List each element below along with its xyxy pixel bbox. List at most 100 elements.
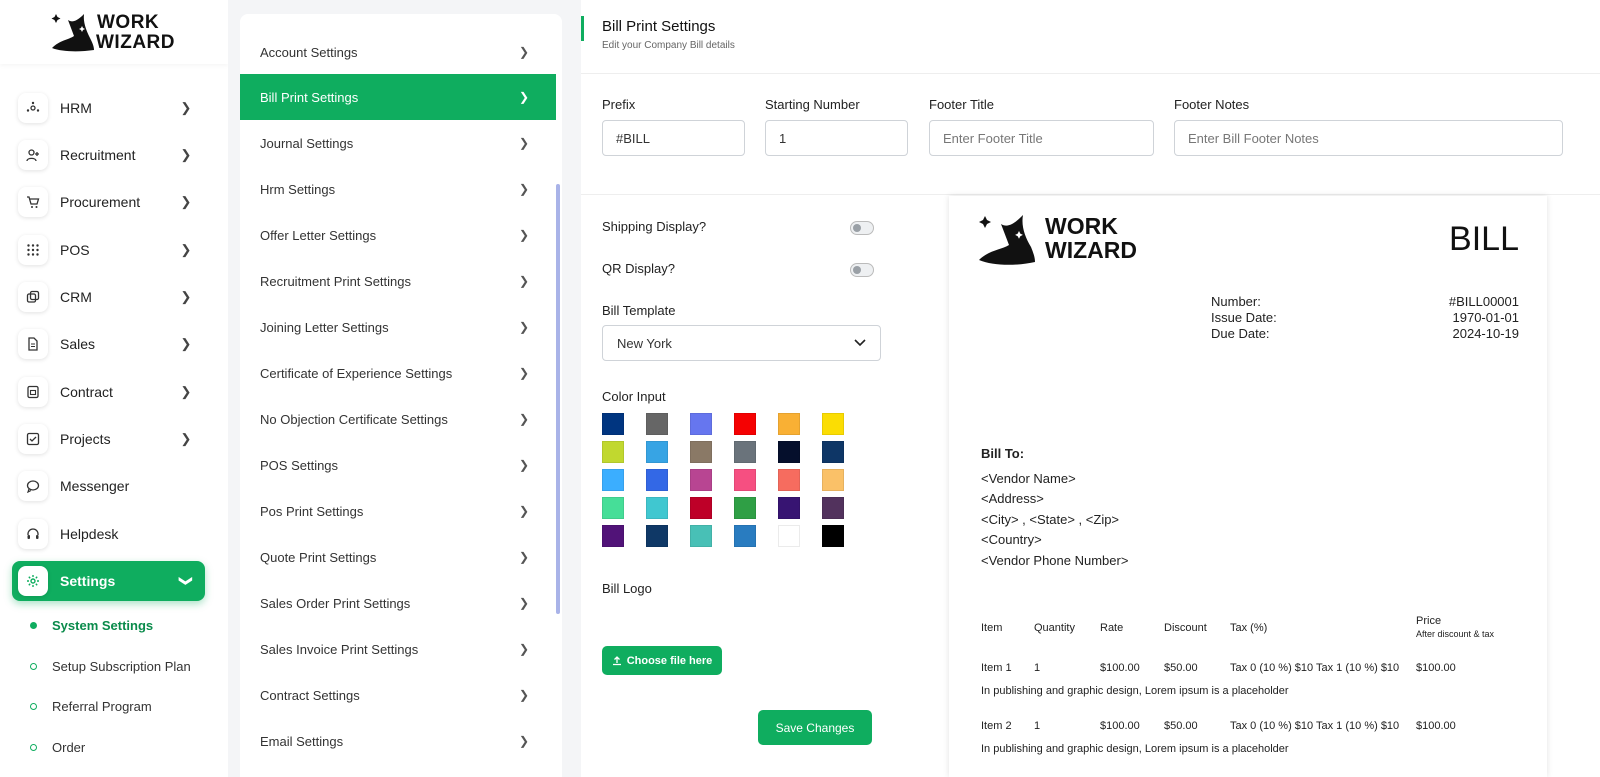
settings-menu-item[interactable]: POS Settings ❯ <box>240 442 556 488</box>
nav-item-messenger[interactable]: Messenger <box>12 466 205 506</box>
sub-item-system-settings[interactable]: System Settings <box>30 618 153 633</box>
color-swatch[interactable] <box>690 497 712 519</box>
color-swatch[interactable] <box>602 525 624 547</box>
bill-template-select[interactable]: New York <box>602 325 881 361</box>
nav-label: Messenger <box>60 478 130 494</box>
color-swatch[interactable] <box>646 497 668 519</box>
nav-item-hrm[interactable]: HRM ❯ <box>12 88 205 128</box>
color-swatch[interactable] <box>602 497 624 519</box>
color-swatch[interactable] <box>778 469 800 491</box>
color-swatch[interactable] <box>734 413 756 435</box>
vendor-name: <Vendor Name> <box>981 471 1076 486</box>
color-swatch[interactable] <box>778 525 800 547</box>
nav-item-recruitment[interactable]: Recruitment ❯ <box>12 135 205 175</box>
chevron-right-icon: ❯ <box>518 458 530 472</box>
color-swatch[interactable] <box>690 525 712 547</box>
sub-item-order[interactable]: Order <box>30 740 85 755</box>
color-swatch[interactable] <box>646 413 668 435</box>
footer-notes-input[interactable] <box>1174 120 1563 156</box>
menu-item-label: Account Settings <box>260 44 358 60</box>
chevron-right-icon: ❯ <box>180 289 192 304</box>
settings-menu-item[interactable]: Joining Letter Settings ❯ <box>240 304 556 350</box>
nav-item-pos[interactable]: POS ❯ <box>12 230 205 270</box>
nav-item-procurement[interactable]: Procurement ❯ <box>12 182 205 222</box>
settings-menu-item[interactable]: Offer Letter Settings ❯ <box>240 212 556 258</box>
document-icon <box>18 329 48 359</box>
color-swatch[interactable] <box>734 441 756 463</box>
color-swatch[interactable] <box>822 525 844 547</box>
sub-item-referral-program[interactable]: Referral Program <box>30 699 152 714</box>
color-swatch[interactable] <box>822 413 844 435</box>
bill-to-heading: Bill To: <box>981 446 1025 461</box>
color-swatch[interactable] <box>822 469 844 491</box>
settings-menu-item[interactable]: Recruitment Print Settings ❯ <box>240 258 556 304</box>
color-swatch[interactable] <box>734 469 756 491</box>
qr-display-toggle[interactable] <box>850 263 874 277</box>
vendor-country: <Country> <box>981 532 1042 547</box>
footer-title-input[interactable] <box>929 120 1154 156</box>
bill-template-value: New York <box>617 335 672 351</box>
settings-menu-item[interactable]: Pos Print Settings ❯ <box>240 488 556 534</box>
color-swatch[interactable] <box>602 441 624 463</box>
color-swatch[interactable] <box>602 413 624 435</box>
row-tax: Tax 0 (10 %) $10 Tax 1 (10 %) $10 <box>1230 720 1400 732</box>
prefix-input[interactable] <box>602 120 745 156</box>
choose-file-button[interactable]: Choose file here <box>602 646 722 675</box>
color-swatch[interactable] <box>646 441 668 463</box>
sidebar: WORK WIZARD HRM ❯ Recruitment ❯ Procurem… <box>0 0 228 777</box>
row-discount: $50.00 <box>1164 662 1198 674</box>
settings-menu-item[interactable]: Quote Print Settings ❯ <box>240 534 556 580</box>
color-swatch[interactable] <box>690 469 712 491</box>
save-changes-button[interactable]: Save Changes <box>758 710 872 745</box>
color-swatch[interactable] <box>778 441 800 463</box>
bill-heading: BILL <box>1449 220 1519 258</box>
color-swatch[interactable] <box>778 497 800 519</box>
color-swatch[interactable] <box>690 413 712 435</box>
chevron-right-icon: ❯ <box>180 147 192 162</box>
settings-menu-item[interactable]: Journal Settings ❯ <box>240 120 556 166</box>
bill-preview: WORK WIZARD BILL Number: Issue Date: Due… <box>949 196 1547 777</box>
brand-line2: WIZARD <box>96 32 175 53</box>
row-tax: Tax 0 (10 %) $10 Tax 1 (10 %) $10 <box>1230 662 1400 674</box>
color-swatch[interactable] <box>734 497 756 519</box>
chevron-right-icon: ❯ <box>518 320 530 334</box>
settings-menu-item[interactable]: Sales Order Print Settings ❯ <box>240 580 556 626</box>
settings-menu-item[interactable]: Hrm Settings ❯ <box>240 166 556 212</box>
color-swatch[interactable] <box>822 497 844 519</box>
settings-menu-item[interactable]: No Objection Certificate Settings ❯ <box>240 396 556 442</box>
row-discount: $50.00 <box>1164 720 1198 732</box>
scrollbar[interactable] <box>556 184 560 614</box>
chevron-right-icon: ❯ <box>518 504 530 518</box>
shipping-display-toggle[interactable] <box>850 221 874 235</box>
chevron-right-icon: ❯ <box>518 45 530 59</box>
color-swatch[interactable] <box>822 441 844 463</box>
settings-menu-item[interactable]: Sales Invoice Print Settings ❯ <box>240 626 556 672</box>
menu-item-label: Pos Print Settings <box>260 503 364 519</box>
settings-menu-item[interactable]: Certificate of Experience Settings ❯ <box>240 350 556 396</box>
settings-menu-item[interactable]: Contract Settings ❯ <box>240 672 556 718</box>
color-swatch[interactable] <box>778 413 800 435</box>
nav-item-settings[interactable]: Settings ❯ <box>12 561 205 601</box>
menu-item-label: Sales Invoice Print Settings <box>260 641 419 657</box>
color-swatch[interactable] <box>690 441 712 463</box>
color-swatch[interactable] <box>646 525 668 547</box>
nav-item-crm[interactable]: CRM ❯ <box>12 277 205 317</box>
nav-item-sales[interactable]: Sales ❯ <box>12 324 205 364</box>
settings-menu-item-active[interactable]: Bill Print Settings ❯ <box>240 74 556 120</box>
settings-menu-item[interactable]: Account Settings ❯ <box>240 29 556 75</box>
header-accent <box>581 16 584 41</box>
color-swatch[interactable] <box>646 469 668 491</box>
nav-item-helpdesk[interactable]: Helpdesk <box>12 514 205 554</box>
color-swatch[interactable] <box>602 469 624 491</box>
chevron-down-icon: ❯ <box>179 575 194 587</box>
nav-item-contract[interactable]: Contract ❯ <box>12 372 205 412</box>
row-price: $100.00 <box>1416 720 1456 732</box>
brand-logo[interactable]: WORK WIZARD <box>0 0 228 64</box>
settings-menu-item[interactable]: Email Settings ❯ <box>240 718 556 764</box>
sub-item-subscription-plan[interactable]: Setup Subscription Plan <box>30 659 191 674</box>
row-qty: 1 <box>1034 662 1041 674</box>
starting-number-input[interactable] <box>765 120 908 156</box>
brand-line1: WORK <box>97 12 160 33</box>
nav-item-projects[interactable]: Projects ❯ <box>12 419 205 459</box>
color-swatch[interactable] <box>734 525 756 547</box>
